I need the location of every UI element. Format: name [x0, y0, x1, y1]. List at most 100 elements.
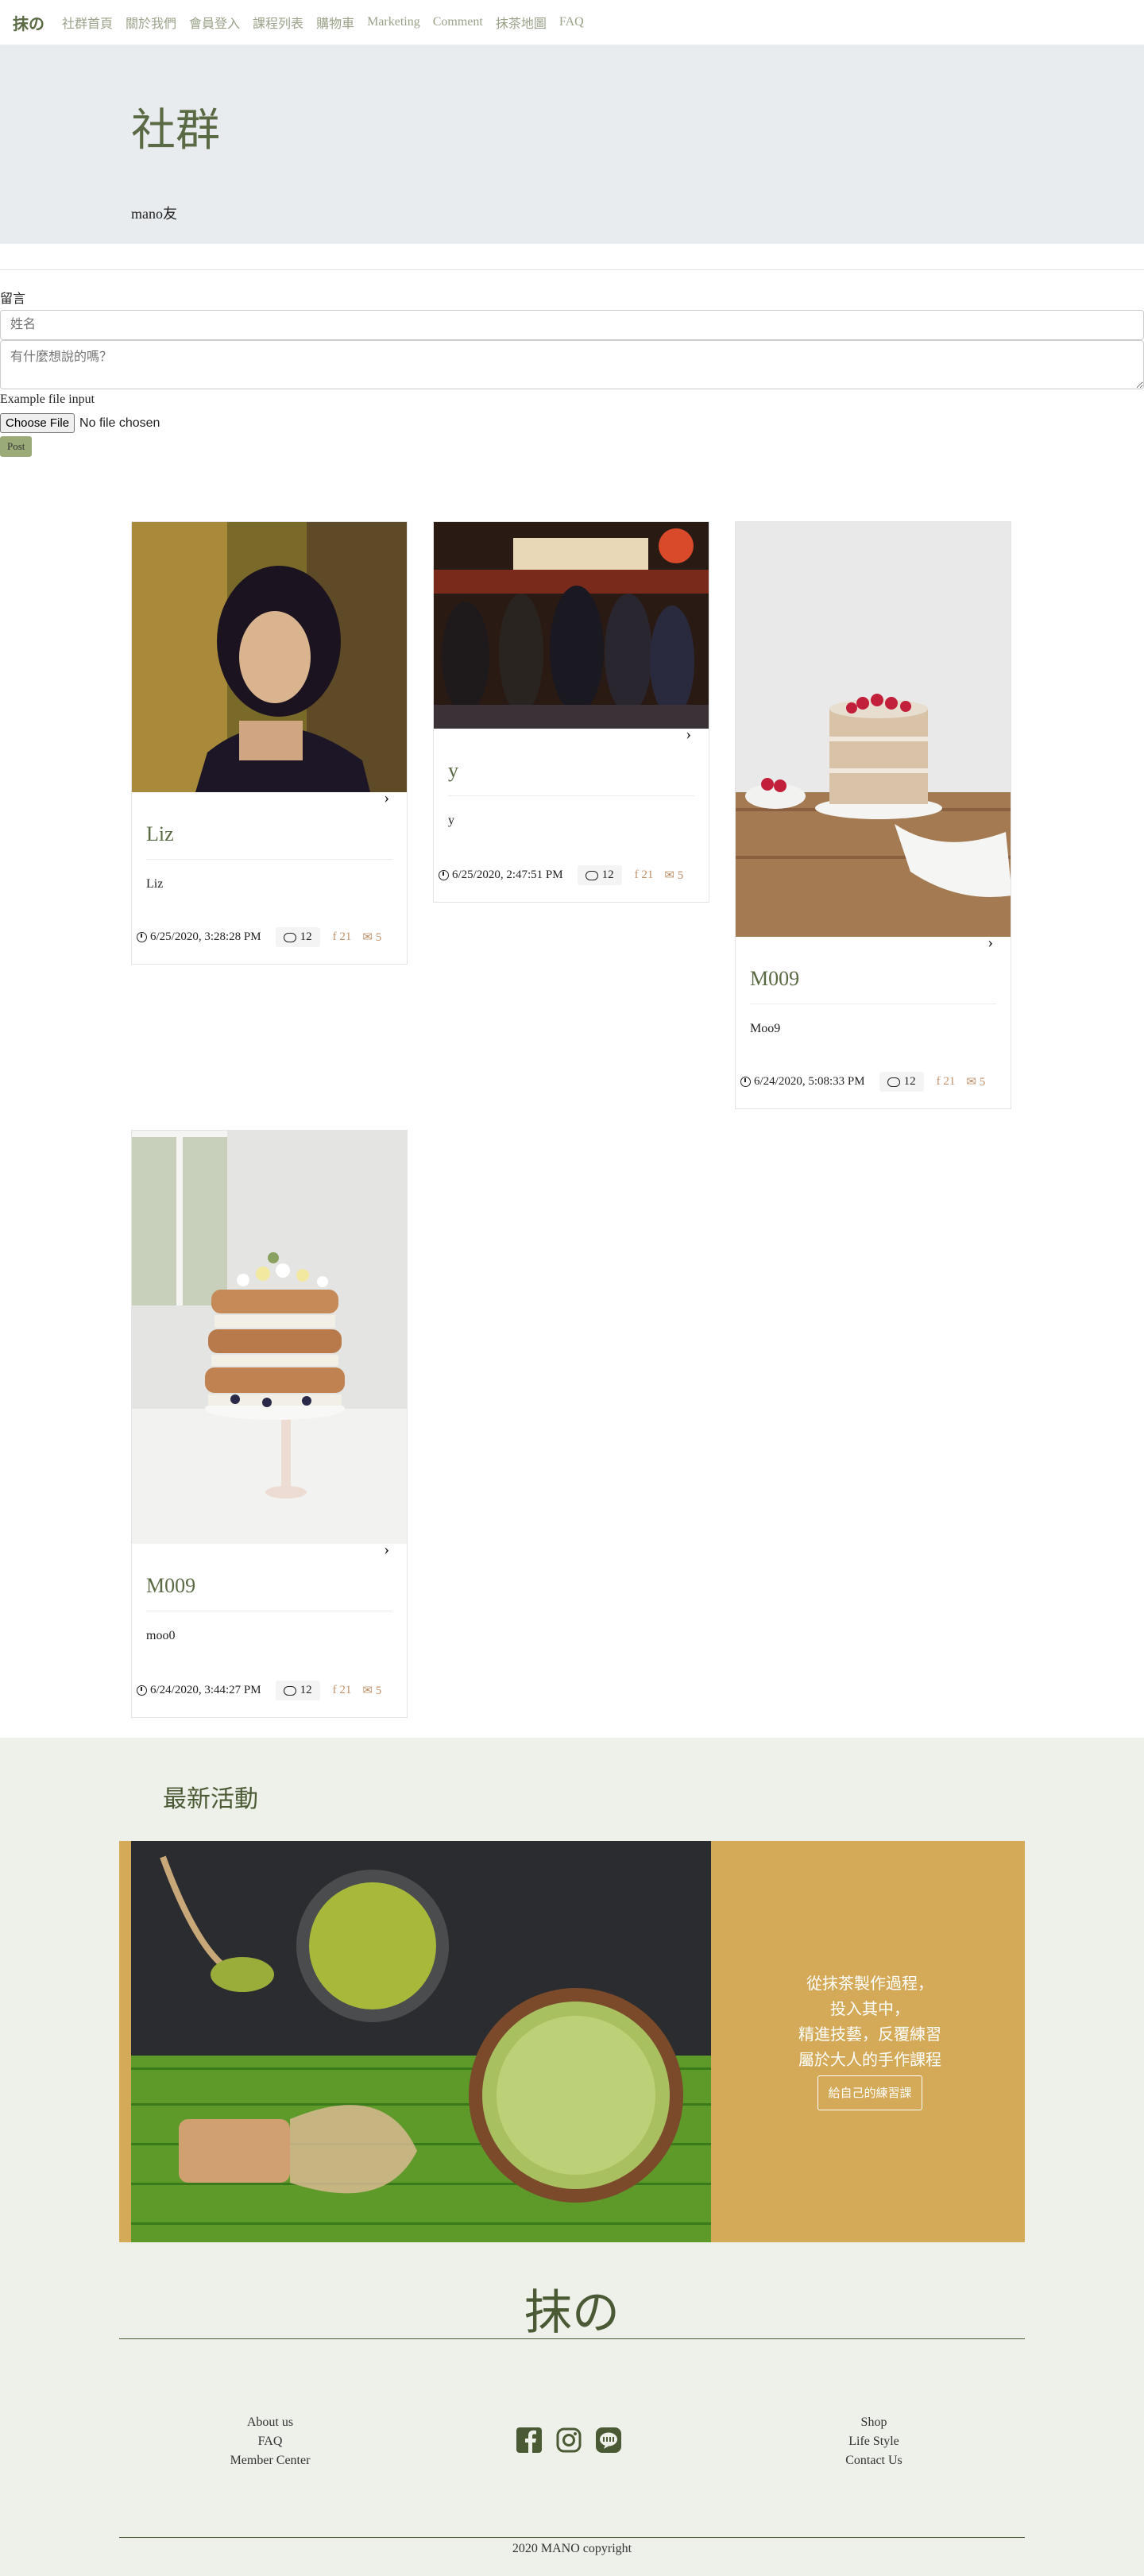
chevron-right-icon[interactable]: › [987, 934, 993, 952]
post-photo[interactable] [132, 522, 407, 792]
post-card: › Liz Liz 6/25/2020, 3:28:28 PM 12 f 21 … [131, 521, 408, 965]
twitter-share[interactable]: ✉ 5 [362, 930, 381, 945]
banner-text: 從抹茶製作過程， 投入其中， 精進技藝，反覆練習 屬於大人的手作課程 給自己的練… [739, 1971, 1001, 2110]
post-meta: 6/25/2020, 3:28:28 PM 12 f 21 ✉ 5 [132, 927, 407, 947]
twitter-share[interactable]: ✉ 5 [966, 1074, 985, 1089]
post-card: › y y 6/25/2020, 2:47:51 PM 12 f 21 ✉ 5 [433, 521, 709, 903]
clock-icon [439, 870, 449, 880]
comment-button[interactable]: 12 [577, 865, 622, 885]
facebook-count: 21 [943, 1075, 956, 1088]
nav-link-login[interactable]: 會員登入 [189, 13, 240, 32]
twitter-share[interactable]: ✉ 5 [362, 1683, 381, 1698]
chevron-right-icon[interactable]: › [384, 789, 389, 807]
banner-line: 投入其中， [830, 1999, 910, 2018]
facebook-share[interactable]: f 21 [333, 1684, 352, 1697]
post-date: 6/24/2020, 3:44:27 PM [150, 1684, 261, 1696]
post-meta: 6/24/2020, 5:08:33 PM 12 f 21 ✉ 5 [736, 1072, 1011, 1092]
comment-icon [283, 1685, 296, 1696]
nav-link-map[interactable]: 抹茶地圖 [496, 13, 547, 32]
nav-link-marketing[interactable]: Marketing [367, 15, 420, 29]
post-date: 6/25/2020, 2:47:51 PM [452, 868, 563, 881]
comment-label: 留言 [0, 292, 26, 306]
post-date: 6/25/2020, 3:28:28 PM [150, 930, 261, 943]
matcha-photo [131, 1841, 711, 2242]
comment-count: 12 [300, 930, 312, 943]
page-title: 社群 [131, 106, 220, 156]
facebook-icon[interactable] [516, 2427, 542, 2453]
comment-icon [283, 932, 296, 942]
clock-icon [137, 932, 147, 942]
course-button[interactable]: 給自己的練習課 [817, 2075, 922, 2110]
chevron-right-icon[interactable]: › [384, 1541, 389, 1559]
banner-line: 從抹茶製作過程， [806, 1974, 933, 1993]
hero-jumbotron: 社群 mano友 [0, 45, 1144, 244]
file-status: No file chosen [79, 416, 160, 430]
page-subtitle: mano友 [131, 206, 177, 222]
footer-link-faq[interactable]: FAQ [222, 2432, 318, 2451]
post-title: y [448, 759, 458, 782]
post-button[interactable]: Post [0, 436, 33, 457]
chevron-right-icon[interactable]: › [686, 725, 691, 744]
activity-title: 最新活動 [163, 1786, 258, 1812]
message-textarea[interactable] [0, 340, 1144, 389]
post-title: Liz [146, 822, 174, 845]
facebook-count: 21 [641, 868, 654, 881]
divider [119, 2338, 1025, 2339]
divider [146, 859, 392, 860]
line-icon[interactable] [596, 2427, 621, 2453]
nav-link-community[interactable]: 社群首頁 [62, 13, 113, 32]
post-photo[interactable] [736, 522, 1011, 937]
post-card: › M009 moo0 6/24/2020, 3:44:27 PM 12 f 2… [131, 1130, 408, 1718]
post-photo[interactable] [434, 522, 709, 729]
post-text: Moo9 [750, 1022, 781, 1035]
footer-links-right: Shop Life Style Contact Us [826, 2413, 922, 2470]
footer-link-about[interactable]: About us [222, 2413, 318, 2432]
activity-banner[interactable]: 從抹茶製作過程， 投入其中， 精進技藝，反覆練習 屬於大人的手作課程 給自己的練… [119, 1841, 1025, 2242]
choose-file-button[interactable]: Choose File [0, 413, 75, 433]
twitter-count: 5 [375, 1684, 382, 1697]
social-icons [516, 2427, 621, 2453]
comment-button[interactable]: 12 [275, 927, 320, 947]
navbar: 抹の 社群首頁 關於我們 會員登入 課程列表 購物車 Marketing Com… [0, 0, 1144, 45]
comment-form: 留言 Example file input Choose File No fil… [0, 288, 1144, 457]
brand-logo[interactable]: 抹の [13, 11, 44, 34]
post-text: Liz [146, 877, 164, 891]
instagram-icon[interactable] [556, 2427, 582, 2453]
footer-link-shop[interactable]: Shop [826, 2413, 922, 2432]
footer-logo[interactable]: 抹の [0, 2274, 1144, 2343]
divider [0, 269, 1144, 270]
comment-count: 12 [903, 1075, 916, 1088]
nav-link-courses[interactable]: 課程列表 [253, 13, 303, 32]
facebook-share[interactable]: f 21 [333, 930, 352, 944]
nav-link-faq[interactable]: FAQ [559, 15, 584, 29]
comment-button[interactable]: 12 [879, 1072, 924, 1092]
nav-link-cart[interactable]: 購物車 [316, 13, 354, 32]
clock-icon [137, 1685, 147, 1696]
footer-link-member[interactable]: Member Center [222, 2451, 318, 2470]
comment-count: 12 [300, 1684, 312, 1696]
post-meta: 6/25/2020, 2:47:51 PM 12 f 21 ✉ 5 [434, 865, 709, 885]
facebook-count: 21 [339, 1684, 352, 1696]
post-title: M009 [750, 967, 800, 990]
clock-icon [740, 1077, 751, 1087]
name-input[interactable] [0, 310, 1144, 340]
copyright: 2020 MANO copyright [512, 2542, 632, 2555]
banner-line: 精進技藝，反覆練習 [798, 2025, 941, 2044]
facebook-share[interactable]: f 21 [635, 868, 654, 882]
file-input: Choose File No file chosen [0, 413, 1144, 433]
post-photo[interactable] [132, 1131, 407, 1544]
nav-link-comment[interactable]: Comment [433, 15, 483, 29]
twitter-count: 5 [979, 1076, 986, 1089]
twitter-share[interactable]: ✉ 5 [664, 868, 683, 883]
footer-link-contact[interactable]: Contact Us [826, 2451, 922, 2470]
post-card: › M009 Moo9 6/24/2020, 5:08:33 PM 12 f 2… [735, 521, 1011, 1109]
comment-button[interactable]: 12 [275, 1681, 320, 1700]
comment-count: 12 [601, 868, 614, 881]
facebook-count: 21 [339, 930, 352, 943]
comment-icon [585, 870, 598, 880]
facebook-share[interactable]: f 21 [937, 1075, 956, 1089]
footer-link-lifestyle[interactable]: Life Style [826, 2432, 922, 2451]
nav-link-about[interactable]: 關於我們 [126, 13, 176, 32]
twitter-count: 5 [375, 931, 382, 944]
post-meta: 6/24/2020, 3:44:27 PM 12 f 21 ✉ 5 [132, 1681, 407, 1700]
